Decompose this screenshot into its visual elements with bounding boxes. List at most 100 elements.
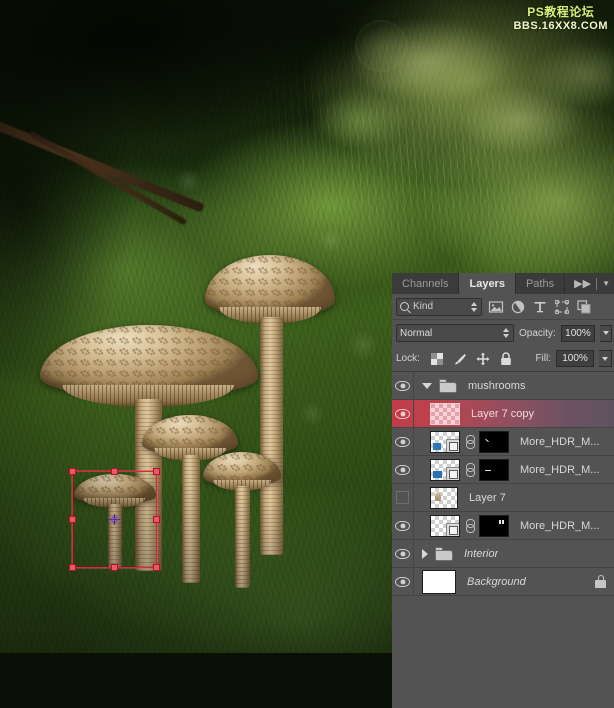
lock-icon [595,575,606,588]
shape-layer-filter-icon[interactable] [554,299,570,315]
lock-all-icon[interactable] [499,351,513,366]
transform-handle-bottom-center[interactable] [110,564,118,571]
opacity-dropdown-arrow-icon[interactable] [600,324,613,342]
layer-thumbnail[interactable] [430,430,460,453]
table-row[interactable]: Layer 7 [392,484,614,512]
transform-handle-bottom-left[interactable] [69,564,76,571]
layer-mask-thumbnail[interactable] [479,514,509,537]
tab-paths[interactable]: Paths [515,273,566,294]
lock-image-pixels-icon[interactable] [453,352,467,366]
eye-icon[interactable] [395,520,410,531]
layer-name: More_HDR_M... [520,463,600,476]
folder-icon [439,378,457,393]
eye-icon[interactable] [395,408,410,419]
tab-layers[interactable]: Layers [459,273,516,294]
eye-icon[interactable] [395,436,410,447]
blend-mode-select[interactable]: Normal [396,324,515,342]
table-row[interactable]: More_HDR_M... [392,512,614,540]
transform-handle-top-center[interactable] [110,468,118,475]
layer-visibility-toggle[interactable] [392,428,414,455]
layer-visibility-toggle[interactable] [392,400,414,427]
double-chevron-right-icon[interactable]: ▶▶ [574,277,591,290]
layer-row-body[interactable]: Background [414,568,614,595]
fill-input[interactable]: 100% [556,350,594,367]
layer-name: Interior [464,547,499,560]
panel-collapse-controls[interactable]: ▶▶ ▼ [574,273,614,294]
lock-icon-group[interactable] [430,351,513,366]
layer-name: mushrooms [468,379,526,392]
layer-row-body[interactable]: Interior [414,540,614,567]
layer-visibility-toggle[interactable] [392,484,414,511]
chevron-down-icon[interactable] [422,382,432,389]
layer-row-body[interactable]: More_HDR_M... [414,512,614,539]
adjustment-layer-filter-icon[interactable] [510,299,526,315]
blend-mode-stepper-icon[interactable] [502,327,510,339]
layer-visibility-toggle[interactable] [392,540,414,567]
folder-icon [435,546,453,561]
free-transform-bounding-box[interactable] [69,468,160,571]
layer-visibility-toggle[interactable] [392,512,414,539]
chevron-right-icon[interactable] [422,548,428,559]
transform-handle-bottom-right[interactable] [153,564,160,571]
link-mask-icon[interactable] [465,518,475,533]
layer-row-body[interactable]: More_HDR_M... [414,456,614,483]
transform-handle-middle-right[interactable] [153,515,160,523]
panel-divider [596,277,598,290]
layer-visibility-toggle[interactable] [392,568,414,595]
smart-object-filter-icon[interactable] [576,299,592,315]
tab-channels[interactable]: Channels [392,273,460,294]
layer-row-body[interactable]: Layer 7 [414,484,614,511]
layer-row-body[interactable]: More_HDR_M... [414,428,614,455]
blend-mode-row[interactable]: Normal Opacity: 100% [392,320,614,346]
layer-visibility-toggle[interactable] [392,456,414,483]
layer-name: Layer 7 copy [471,407,534,420]
link-mask-icon[interactable] [465,434,475,449]
table-row[interactable]: More_HDR_M... [392,456,614,484]
layer-name: Background [467,575,526,588]
layer-thumbnail[interactable] [430,486,458,509]
layer-list-empty-area[interactable] [392,596,614,708]
panel-menu-icon[interactable]: ▼ [602,279,610,288]
layer-row-body[interactable]: Layer 7 copy [414,400,614,427]
transform-handle-middle-left[interactable] [69,515,76,523]
layer-name: Layer 7 [469,491,506,504]
layers-panel[interactable]: Channels Layers Paths ▶▶ ▼ Kind Normal O… [392,273,614,708]
table-row[interactable]: Interior [392,540,614,568]
opacity-label: Opacity: [519,327,556,339]
layer-list[interactable]: mushrooms Layer 7 copy More_HDR_M... Mor… [392,372,614,708]
opacity-input[interactable]: 100% [560,324,596,342]
eye-icon[interactable] [395,576,410,587]
pixel-layer-filter-icon[interactable] [488,299,504,315]
fill-dropdown-arrow-icon[interactable] [599,350,612,367]
layer-thumbnail[interactable] [430,458,460,481]
table-row[interactable]: Layer 7 copy [392,400,614,428]
lock-label: Lock: [396,353,420,364]
eye-off-icon[interactable] [396,491,409,504]
layer-name: More_HDR_M... [520,519,600,532]
eye-icon[interactable] [395,464,410,475]
lock-row[interactable]: Lock: Fill: 100% [392,346,614,372]
transform-handle-top-right[interactable] [153,468,160,475]
transform-reference-point-icon[interactable] [109,514,120,525]
layer-thumbnail[interactable] [430,402,460,425]
table-row[interactable]: mushrooms [392,372,614,400]
eye-icon[interactable] [395,380,410,391]
layer-filter-row[interactable]: Kind [392,294,614,320]
layer-mask-thumbnail[interactable] [479,430,509,453]
lock-transparent-pixels-icon[interactable] [430,352,444,366]
layer-thumbnail[interactable] [422,569,456,594]
table-row[interactable]: Background [392,568,614,596]
link-mask-icon[interactable] [465,462,475,477]
layer-thumbnail[interactable] [430,514,460,537]
eye-icon[interactable] [395,548,410,559]
lock-position-icon[interactable] [476,352,490,366]
layer-row-body[interactable]: mushrooms [414,372,614,399]
panel-tab-bar[interactable]: Channels Layers Paths ▶▶ ▼ [392,273,614,294]
table-row[interactable]: More_HDR_M... [392,428,614,456]
type-layer-filter-icon[interactable] [532,299,548,315]
layer-visibility-toggle[interactable] [392,372,414,399]
layer-mask-thumbnail[interactable] [479,458,509,481]
filter-kind-select[interactable]: Kind [396,297,482,316]
filter-kind-stepper-icon[interactable] [470,301,478,313]
transform-handle-top-left[interactable] [69,468,76,475]
